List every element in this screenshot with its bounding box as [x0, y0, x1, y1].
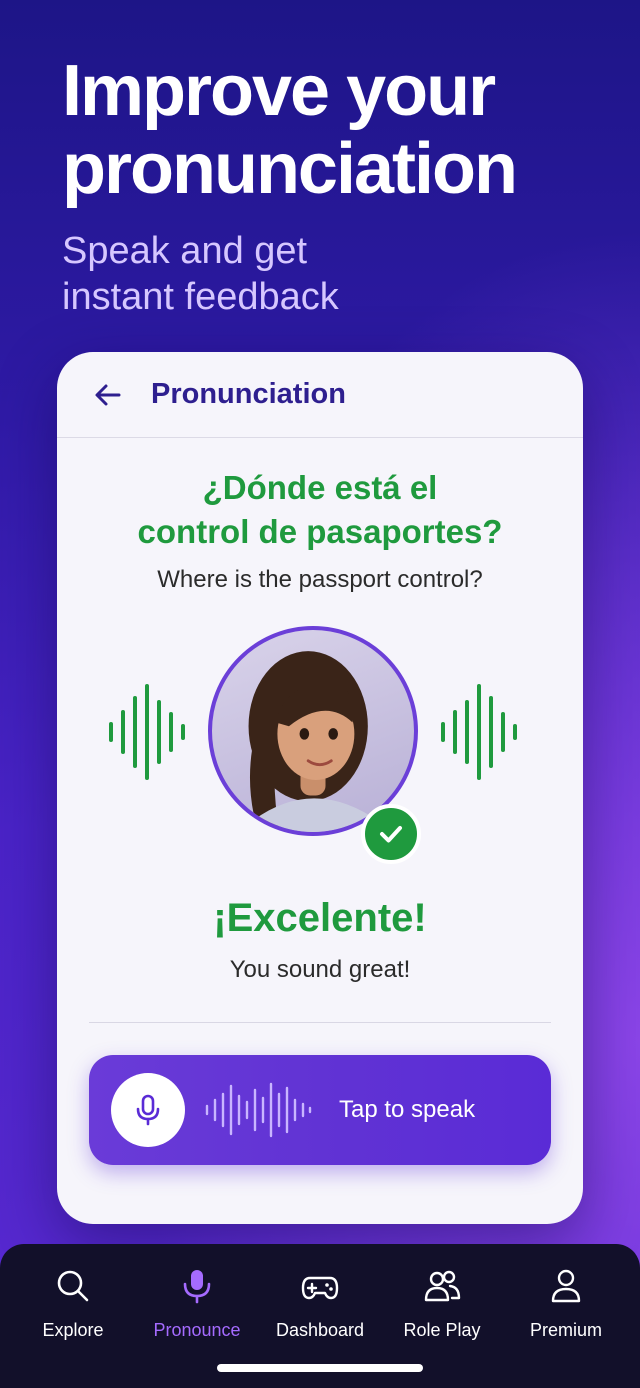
home-indicator[interactable] [217, 1364, 423, 1372]
target-phrase: ¿Dónde está el control de pasaportes? [57, 466, 583, 554]
speak-button-label: Tap to speak [339, 1096, 476, 1123]
back-arrow-icon[interactable] [93, 380, 123, 410]
nav-item-dashboard[interactable]: Dashboard [256, 1266, 384, 1341]
tap-to-speak-button[interactable]: Tap to speak [89, 1055, 551, 1165]
hero-subtitle-line1: Speak and get [62, 230, 308, 272]
result-subtitle: You sound great! [229, 956, 411, 983]
sound-wave-left-icon [109, 684, 185, 780]
nav-label-pronounce: Pronounce [153, 1320, 241, 1340]
check-icon [361, 804, 421, 864]
phrase-line1: ¿Dónde está el [202, 469, 438, 506]
sound-wave-right-icon [441, 684, 517, 780]
card-header: Pronunciation [57, 352, 583, 438]
nav-item-role-play[interactable]: Role Play [378, 1266, 506, 1341]
divider [89, 1022, 551, 1023]
pronunciation-card: Pronunciation ¿Dónde está el control de … [57, 352, 583, 1224]
nav-item-explore[interactable]: Explore [9, 1266, 137, 1341]
nav-label-premium: Premium [529, 1320, 602, 1340]
hero-title: Improve your pronunciation [62, 51, 518, 209]
gamepad-icon [301, 1276, 339, 1300]
nav-item-premium[interactable]: Premium [502, 1266, 630, 1341]
nav-label-explore: Explore [42, 1320, 104, 1340]
users-icon [424, 1270, 461, 1302]
card-title: Pronunciation [151, 378, 346, 410]
phrase-line2: control de pasaportes? [137, 513, 503, 550]
avatar-illustration [248, 651, 381, 832]
microphone-icon [183, 1270, 211, 1304]
search-icon [57, 1270, 89, 1302]
mic-button[interactable] [111, 1073, 185, 1147]
nav-label-role-play: Role Play [403, 1320, 481, 1340]
nav-label-dashboard: Dashboard [275, 1320, 365, 1340]
hero-subtitle: Speak and get instant feedback [62, 228, 582, 320]
hero-subtitle-line2: instant feedback [62, 276, 339, 318]
user-icon [551, 1269, 581, 1303]
voice-wave-icon [205, 1082, 312, 1138]
nav-item-pronounce[interactable]: Pronounce [133, 1266, 261, 1341]
microphone-icon [136, 1094, 160, 1126]
result-title: ¡Excelente! [213, 896, 427, 940]
phrase-translation: Where is the passport control? [157, 566, 483, 593]
